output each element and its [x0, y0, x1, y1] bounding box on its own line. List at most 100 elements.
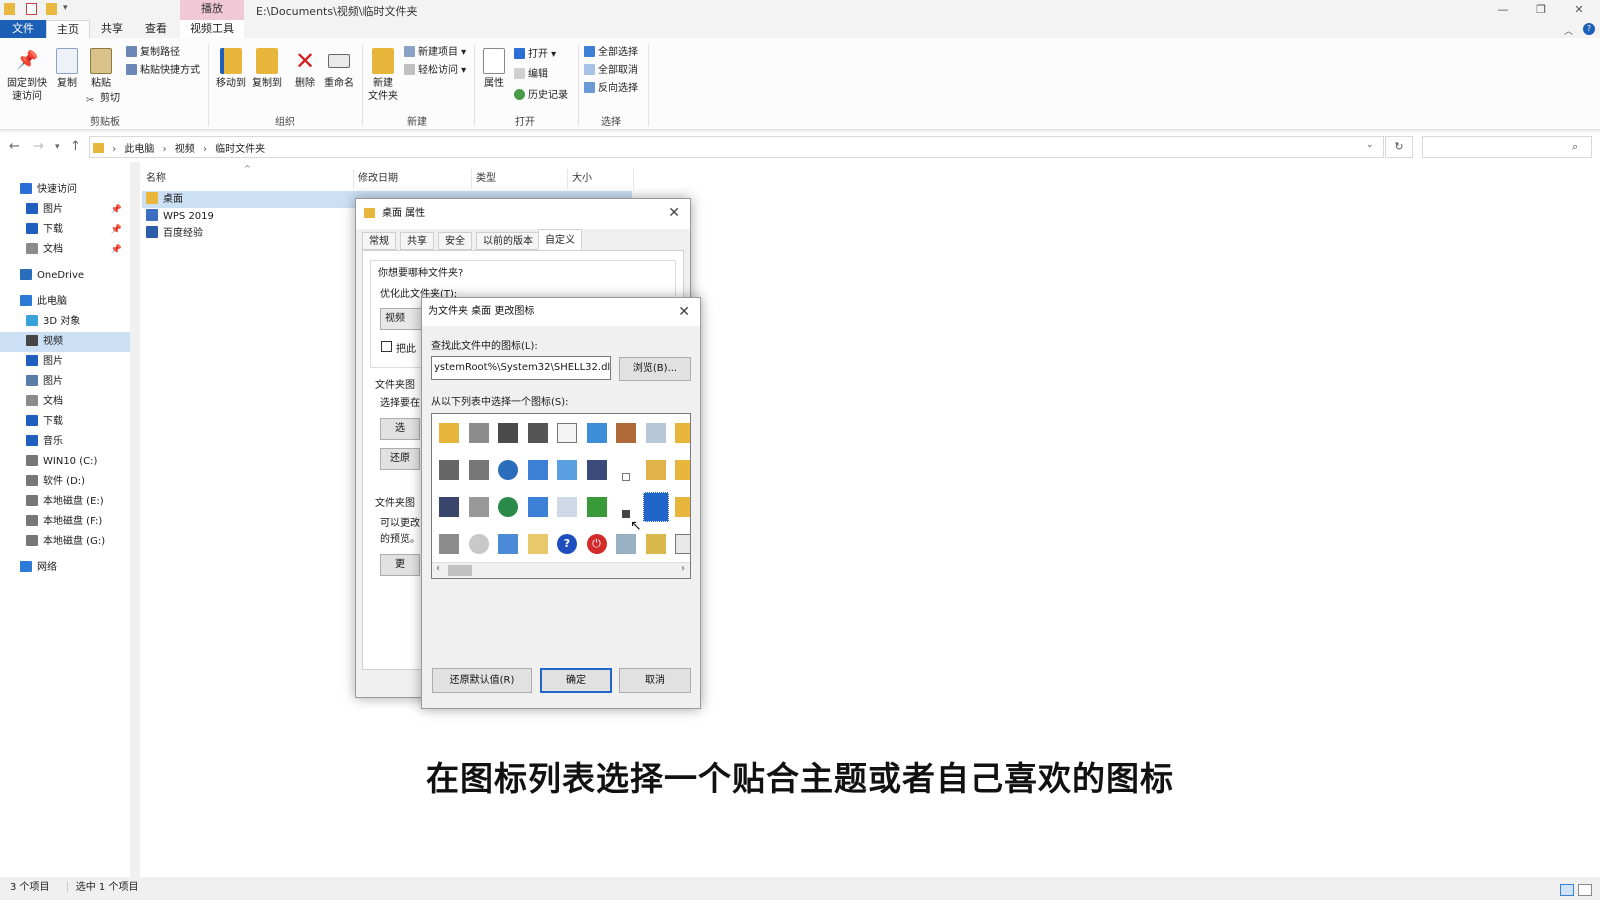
paste-shortcut-button[interactable]: 粘贴快捷方式 — [126, 63, 200, 79]
cut-button[interactable]: ✂ 剪切 — [86, 91, 120, 107]
icon-cell[interactable] — [436, 529, 462, 559]
move-to-button[interactable]: 移动到 — [214, 48, 248, 90]
nav-item[interactable]: 本地磁盘 (F:) — [0, 512, 130, 532]
nav-item[interactable]: 视频 — [0, 332, 130, 352]
icon-cell[interactable] — [466, 492, 492, 522]
file-row[interactable]: WPS 2019 — [142, 208, 342, 225]
nav-item[interactable]: 音乐 — [0, 432, 130, 452]
column-date[interactable]: 修改日期 — [354, 169, 472, 189]
icon-cell[interactable] — [525, 455, 551, 485]
nav-item[interactable]: 本地磁盘 (E:) — [0, 492, 130, 512]
search-input[interactable] — [1422, 136, 1592, 158]
column-name[interactable]: 名称 — [142, 169, 354, 189]
details-view-icon[interactable] — [1560, 884, 1574, 896]
icon-cell[interactable] — [466, 418, 492, 448]
nav-item[interactable]: 3D 对象 — [0, 312, 130, 332]
icon-cell[interactable] — [672, 418, 690, 448]
restore-defaults-button[interactable]: 还原默认值(R) — [432, 668, 532, 693]
rename-button[interactable]: 重命名 — [322, 48, 356, 90]
open-button[interactable]: 打开 ▾ — [514, 47, 556, 63]
breadcrumb-this-pc[interactable]: 此电脑 — [124, 144, 154, 155]
tab-file[interactable]: 文件 — [0, 20, 46, 38]
close-icon[interactable]: ✕ — [678, 304, 690, 320]
nav-item[interactable]: 文档 — [0, 392, 130, 412]
nav-item[interactable]: 本地磁盘 (G:) — [0, 532, 130, 552]
history-button[interactable]: 历史记录 — [514, 88, 568, 104]
properties-button[interactable]: 属性 — [480, 48, 508, 90]
chevron-down-icon[interactable]: ▾ — [63, 3, 68, 13]
paste-button[interactable]: 粘贴 — [86, 48, 116, 90]
help-icon[interactable]: ? — [1583, 23, 1595, 35]
change-icon-button[interactable]: 更 — [380, 554, 420, 576]
collapse-ribbon-icon[interactable]: ︿ — [1564, 24, 1573, 37]
browse-button[interactable]: 浏览(B)... — [619, 357, 691, 381]
nav-item[interactable]: 下载 — [0, 412, 130, 432]
icon-cell[interactable] — [525, 529, 551, 559]
icon-cell[interactable] — [525, 492, 551, 522]
new-item-button[interactable]: 新建项目 ▾ — [404, 45, 466, 61]
restore-picture-button[interactable]: 还原 — [380, 448, 420, 470]
copy-path-button[interactable]: 复制路径 — [126, 45, 180, 61]
pin-to-quick-access-button[interactable]: 📌 固定到快 速访问 — [4, 48, 50, 103]
properties-icon[interactable] — [26, 3, 37, 15]
icon-cell[interactable] — [466, 529, 492, 559]
icon-cell[interactable] — [643, 418, 669, 448]
icon-cell[interactable] — [495, 529, 521, 559]
cancel-button[interactable]: 取消 — [619, 668, 691, 693]
minimize-button[interactable]: — — [1488, 1, 1518, 18]
scrollbar-thumb[interactable] — [448, 565, 472, 576]
file-row[interactable]: 百度经验 — [142, 225, 342, 242]
icon-cell[interactable] — [584, 492, 610, 522]
easy-access-button[interactable]: 轻松访问 ▾ — [404, 63, 466, 79]
new-folder-button[interactable]: 新建 文件夹 — [366, 48, 400, 103]
nav-item[interactable]: WIN10 (C:) — [0, 452, 130, 472]
column-size[interactable]: 大小 — [568, 169, 634, 189]
tab-customize[interactable]: 自定义 — [538, 229, 582, 250]
copy-button[interactable]: 复制 — [52, 48, 82, 90]
icon-cell[interactable]: ? — [554, 529, 580, 559]
icon-cell[interactable] — [642, 492, 669, 522]
icon-file-path-input[interactable]: ystemRoot%\System32\SHELL32.dll — [431, 356, 611, 380]
icon-cell[interactable] — [584, 455, 610, 485]
tab-security[interactable]: 安全 — [438, 232, 472, 250]
nav-item[interactable]: 网络 — [0, 558, 130, 578]
forward-arrow-icon[interactable]: → — [33, 139, 44, 154]
up-arrow-icon[interactable]: ↑ — [70, 139, 81, 154]
icon-cell[interactable] — [672, 529, 690, 559]
tab-view[interactable]: 查看 — [138, 20, 174, 38]
breadcrumb-videos[interactable]: 视频 — [175, 144, 195, 155]
choose-file-button[interactable]: 选 — [380, 418, 420, 440]
icon-cell[interactable] — [495, 455, 521, 485]
address-dropdown-icon[interactable]: ⌄ — [1366, 140, 1374, 150]
copy-to-button[interactable]: 复制到 — [250, 48, 284, 90]
icon-cell[interactable] — [643, 529, 669, 559]
icon-cell[interactable] — [466, 455, 492, 485]
icon-cell[interactable] — [584, 418, 610, 448]
recent-locations-icon[interactable]: ▾ — [55, 142, 60, 152]
ok-button[interactable]: 确定 — [540, 668, 612, 693]
icon-cell[interactable] — [436, 418, 462, 448]
close-button[interactable]: ✕ — [1564, 1, 1594, 18]
new-folder-icon[interactable] — [46, 3, 57, 15]
tab-share[interactable]: 共享 — [94, 20, 130, 38]
nav-item[interactable]: 图片 — [0, 352, 130, 372]
nav-item[interactable]: OneDrive — [0, 266, 130, 286]
nav-item[interactable]: 图片 — [0, 372, 130, 392]
select-none-button[interactable]: 全部取消 — [584, 63, 638, 79]
icon-cell[interactable] — [554, 492, 580, 522]
breadcrumb-temp-folder[interactable]: 临时文件夹 — [215, 144, 265, 155]
icon-cell[interactable] — [613, 418, 639, 448]
icon-cell[interactable] — [554, 418, 580, 448]
icon-cell[interactable] — [436, 492, 462, 522]
scroll-left-icon[interactable]: ‹ — [436, 563, 440, 574]
icon-cell[interactable] — [672, 455, 690, 485]
column-type[interactable]: 类型 — [472, 169, 568, 189]
icon-cell[interactable] — [436, 455, 462, 485]
close-icon[interactable]: ✕ — [668, 205, 680, 221]
icon-cell[interactable] — [643, 455, 669, 485]
refresh-button[interactable]: ↻ — [1385, 136, 1413, 158]
icon-cell[interactable] — [613, 455, 639, 485]
icon-cell[interactable] — [554, 455, 580, 485]
address-bar[interactable] — [89, 136, 1384, 158]
maximize-button[interactable]: ❐ — [1526, 1, 1556, 18]
